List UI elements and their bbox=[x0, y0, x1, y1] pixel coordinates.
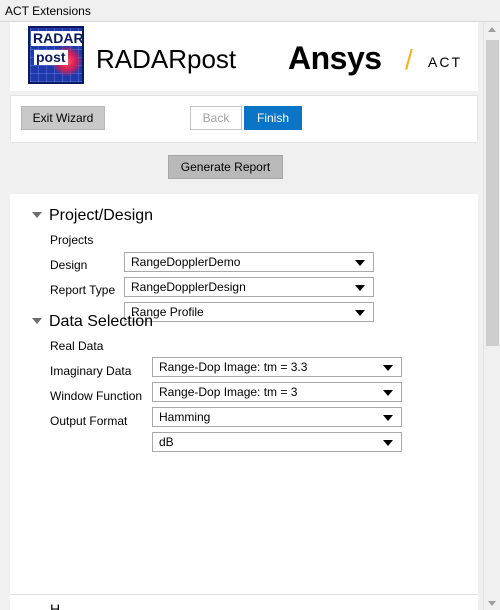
report-type-label: Report Type bbox=[50, 283, 116, 297]
design-label: Design bbox=[50, 258, 88, 272]
collapse-data-selection-icon[interactable] bbox=[32, 318, 42, 324]
brand-act-text: ACT bbox=[428, 54, 462, 70]
bottom-partial-heading: H bbox=[50, 601, 61, 610]
output-format-label: Output Format bbox=[50, 414, 128, 428]
vertical-scrollbar[interactable] bbox=[483, 22, 500, 610]
wizard-button-bar: Exit Wizard Back Finish bbox=[10, 95, 478, 143]
chevron-down-icon bbox=[355, 310, 365, 316]
output-format-value: dB bbox=[159, 435, 174, 449]
window-titlebar: ACT Extensions bbox=[0, 0, 500, 22]
projects-value: RangeDopplerDemo bbox=[131, 255, 241, 269]
report-type-select[interactable]: Range Profile bbox=[124, 302, 374, 322]
chevron-down-icon bbox=[383, 415, 393, 421]
window-title: ACT Extensions bbox=[5, 4, 91, 18]
window-function-select[interactable]: Hamming bbox=[152, 407, 402, 427]
chevron-down-icon bbox=[383, 440, 393, 446]
content-area: RADAR post RADARpost Ansys / ACT Exit Wi… bbox=[0, 22, 483, 610]
app-title: RADARpost bbox=[96, 44, 237, 74]
scroll-up-icon[interactable] bbox=[488, 27, 496, 32]
real-data-value: Range-Dop Image: tm = 3.3 bbox=[159, 360, 308, 374]
imaginary-data-value: Range-Dop Image: tm = 3 bbox=[159, 385, 298, 399]
design-value: RangeDopplerDesign bbox=[131, 280, 246, 294]
chevron-down-icon bbox=[355, 260, 365, 266]
form-panel: Project/Design Projects RangeDopplerDemo… bbox=[10, 194, 478, 594]
back-button[interactable]: Back bbox=[190, 106, 242, 130]
data-selection-heading: Data Selection bbox=[49, 313, 154, 330]
chevron-down-icon bbox=[383, 365, 393, 371]
collapse-project-design-icon[interactable] bbox=[32, 212, 42, 218]
logo-text-radar: RADAR bbox=[31, 30, 84, 46]
exit-wizard-button[interactable]: Exit Wizard bbox=[21, 106, 105, 130]
scrollbar-thumb[interactable] bbox=[486, 40, 499, 346]
bottom-panel-partial: H bbox=[10, 594, 478, 610]
window-function-label: Window Function bbox=[50, 389, 143, 403]
finish-button[interactable]: Finish bbox=[244, 106, 302, 130]
chevron-down-icon bbox=[355, 285, 365, 291]
scroll-down-icon[interactable] bbox=[488, 601, 496, 606]
projects-select[interactable]: RangeDopplerDemo bbox=[124, 252, 374, 272]
chevron-down-icon bbox=[383, 390, 393, 396]
generate-report-button[interactable]: Generate Report bbox=[168, 155, 283, 179]
brand-slash: / bbox=[405, 44, 413, 75]
real-data-select[interactable]: Range-Dop Image: tm = 3.3 bbox=[152, 357, 402, 377]
ansys-brand-logo: Ansys bbox=[288, 40, 382, 76]
output-format-select[interactable]: dB bbox=[152, 432, 402, 452]
imaginary-data-select[interactable]: Range-Dop Image: tm = 3 bbox=[152, 382, 402, 402]
header-panel: RADAR post RADARpost Ansys / ACT bbox=[10, 22, 478, 91]
imaginary-data-label: Imaginary Data bbox=[50, 364, 132, 378]
logo-text-post: post bbox=[34, 49, 68, 65]
design-select[interactable]: RangeDopplerDesign bbox=[124, 277, 374, 297]
projects-label: Projects bbox=[50, 233, 94, 247]
window-function-value: Hamming bbox=[159, 410, 211, 424]
radarpost-logo: RADAR post bbox=[28, 26, 84, 84]
project-design-heading: Project/Design bbox=[49, 207, 154, 224]
real-data-label: Real Data bbox=[50, 339, 104, 353]
